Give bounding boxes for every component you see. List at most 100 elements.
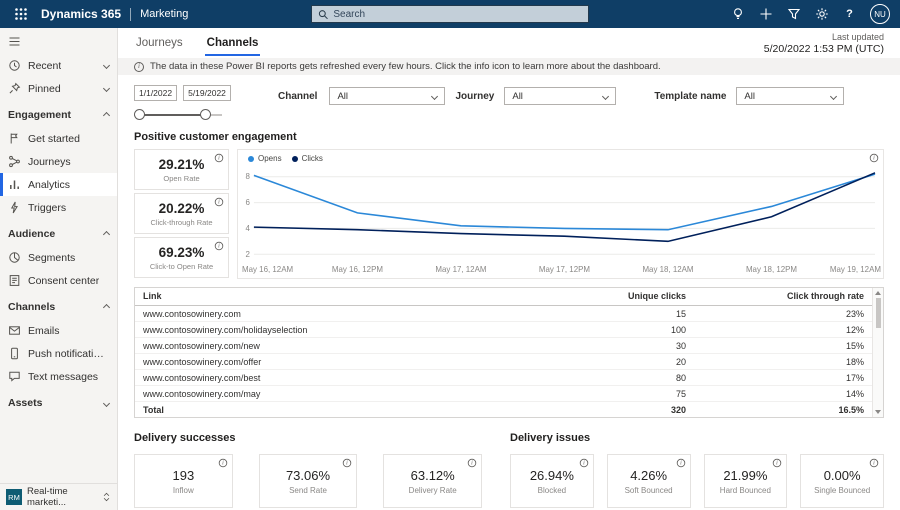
engagement-section-title: Positive customer engagement — [134, 131, 297, 144]
chevron-down-icon — [102, 61, 111, 70]
table-row[interactable]: www.contosowinery.com/offer 20 18% — [135, 353, 872, 371]
sidebar-item-emails[interactable]: Emails — [0, 319, 117, 342]
card-label: Single Bounced — [814, 485, 871, 495]
column-header-unique-clicks[interactable]: Unique clicks — [489, 288, 694, 307]
clock-icon — [9, 60, 20, 71]
scrollbar-thumb[interactable] — [875, 298, 881, 329]
lightning-icon — [10, 201, 18, 214]
chevron-up-icon — [102, 230, 111, 238]
svg-text:4: 4 — [246, 224, 251, 233]
sidebar-item-triggers[interactable]: Triggers — [0, 196, 117, 219]
info-icon[interactable] — [214, 198, 224, 207]
sidebar-item-journeys[interactable]: Journeys — [0, 150, 117, 173]
info-icon[interactable] — [869, 154, 879, 163]
pie-segments-icon — [9, 252, 20, 263]
sidebar-item-consent-center[interactable]: Consent center — [0, 269, 117, 292]
start-date-box[interactable]: 1/1/2022 — [134, 85, 178, 102]
app-name[interactable]: Marketing — [140, 8, 188, 20]
global-search[interactable] — [311, 5, 589, 23]
kpi-value: 69.23% — [158, 244, 205, 260]
sidebar-section-audience[interactable]: Audience — [0, 222, 117, 246]
app-launcher-icon[interactable] — [10, 3, 32, 25]
info-icon[interactable] — [869, 459, 879, 468]
info-icon[interactable] — [467, 459, 477, 468]
chart-legend: Opens Clicks — [248, 154, 323, 163]
kpi-label: Open Rate — [163, 173, 200, 183]
section-label: Assets — [8, 397, 43, 409]
tab-channels[interactable]: Channels — [204, 32, 261, 56]
card-value: 63.12% — [410, 467, 455, 483]
svg-text:May 18, 12PM: May 18, 12PM — [746, 266, 797, 275]
slider-handle-end[interactable] — [200, 109, 211, 121]
table-row[interactable]: www.contosowinery.com 15 23% — [135, 305, 872, 323]
column-header-link[interactable]: Link — [135, 288, 489, 307]
table-row[interactable]: www.contosowinery.com/holidayselection 1… — [135, 321, 872, 339]
info-icon[interactable] — [579, 459, 588, 468]
info-icon[interactable] — [773, 459, 782, 468]
sidebar-section-channels[interactable]: Channels — [0, 295, 117, 319]
legend-opens[interactable]: Opens — [248, 154, 282, 163]
cell-clicks: 20 — [489, 353, 694, 371]
sidebar-item-segments[interactable]: Segments — [0, 246, 117, 269]
scroll-down-arrow-icon[interactable] — [875, 410, 881, 415]
card-label: Soft Bounced — [624, 485, 673, 495]
info-icon[interactable] — [134, 61, 144, 72]
section-label: Audience — [8, 228, 56, 240]
card-value: 0.00% — [823, 467, 861, 483]
sidebar-item-label: Consent center — [28, 274, 100, 287]
lightbulb-icon[interactable] — [730, 7, 745, 22]
table-row[interactable]: www.contosowinery.com/best 80 17% — [135, 369, 872, 387]
sidebar-item-push-notifications[interactable]: Push notifications — [0, 342, 117, 365]
channel-dropdown[interactable]: All — [329, 87, 446, 106]
cell-link: www.contosowinery.com/new — [135, 337, 489, 355]
info-icon[interactable] — [676, 459, 685, 468]
scroll-up-arrow-icon[interactable] — [875, 291, 881, 296]
settings-gear-icon[interactable] — [814, 7, 829, 22]
kpi-label: Click-to Open Rate — [149, 261, 214, 271]
card-value: 4.26% — [630, 467, 668, 483]
legend-clicks[interactable]: Clicks — [291, 154, 323, 164]
journey-dropdown[interactable]: All — [504, 87, 617, 106]
sidebar-section-assets[interactable]: Assets — [0, 391, 117, 415]
sidebar-item-get-started[interactable]: Get started — [0, 127, 117, 150]
avatar[interactable]: NU — [870, 4, 890, 24]
sidebar-item-analytics[interactable]: Analytics — [0, 173, 117, 196]
slider-handle-start[interactable] — [134, 109, 145, 121]
template-dropdown[interactable]: All — [736, 87, 845, 106]
info-icon[interactable] — [218, 459, 227, 468]
help-icon[interactable]: ? — [842, 7, 857, 22]
info-icon[interactable] — [214, 242, 224, 251]
sidebar-item-recent[interactable]: Recent — [0, 54, 117, 77]
sidebar-item-label: Journeys — [28, 155, 71, 168]
info-icon[interactable] — [343, 459, 352, 468]
info-icon[interactable] — [214, 154, 224, 163]
date-range-slider[interactable] — [134, 109, 222, 121]
tab-journeys[interactable]: Journeys — [134, 32, 185, 56]
sidebar-item-pinned[interactable]: Pinned — [0, 77, 117, 100]
card-inflow: 193 Inflow — [134, 454, 233, 509]
legend-label: Clicks — [301, 154, 323, 164]
sidebar-item-text-messages[interactable]: Text messages — [0, 365, 117, 388]
table-row[interactable]: www.contosowinery.com/new 30 15% — [135, 337, 872, 355]
add-icon[interactable] — [758, 7, 773, 22]
column-header-click-through-rate[interactable]: Click through rate — [694, 288, 872, 307]
cell-rate: 12% — [694, 321, 872, 339]
filter-icon[interactable] — [786, 7, 801, 22]
area-switcher[interactable]: RM Real-time marketi... — [0, 483, 117, 510]
cell-total-rate: 16.5% — [694, 401, 872, 418]
card-send-rate: 73.06% Send Rate — [258, 454, 358, 509]
chevron-down-icon — [830, 92, 838, 100]
last-updated-value: 5/20/2022 1:53 PM (UTC) — [763, 43, 884, 56]
card-label: Hard Bounced — [719, 485, 771, 495]
brand-title[interactable]: Dynamics 365 — [41, 7, 121, 21]
phone-icon — [11, 347, 18, 360]
end-date-box[interactable]: 5/19/2022 — [183, 85, 231, 102]
hamburger-icon — [9, 37, 20, 45]
journey-filter-label: Journey — [455, 90, 495, 102]
chevron-up-icon — [102, 303, 111, 311]
sidebar-collapse-button[interactable] — [0, 28, 117, 54]
table-scrollbar[interactable] — [872, 288, 883, 418]
search-input[interactable] — [333, 8, 582, 20]
table-row[interactable]: www.contosowinery.com/may 75 14% — [135, 385, 872, 403]
sidebar-section-engagement[interactable]: Engagement — [0, 103, 117, 127]
